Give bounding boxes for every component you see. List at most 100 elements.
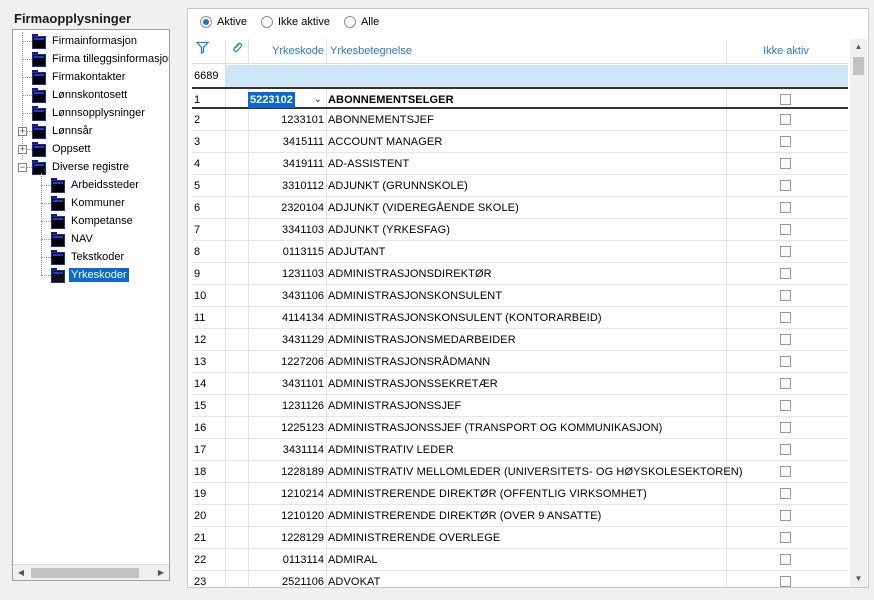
inactive-checkbox[interactable] xyxy=(780,400,791,411)
table-row[interactable]: 12 3431129 ADMINISTRASJONSMEDARBEIDER xyxy=(192,329,848,351)
scrollbar-thumb[interactable] xyxy=(31,568,139,578)
inactive-checkbox[interactable] xyxy=(780,268,791,279)
occupation-code-grid: Yrkeskode Yrkesbetegnelse Ikke aktiv 668… xyxy=(192,39,848,587)
table-row[interactable]: 16 1225123 ADMINISTRASJONSSJEF (TRANSPORT … xyxy=(192,417,848,439)
filter-aktive[interactable]: Aktive xyxy=(200,16,247,28)
code-value[interactable]: 5223102 xyxy=(248,92,295,108)
tree-item-diverse-registre[interactable]: Diverse registre xyxy=(32,158,131,176)
scroll-right-arrow-icon[interactable]: ▶ xyxy=(153,565,169,580)
inactive-checkbox[interactable] xyxy=(780,444,791,455)
inactive-checkbox[interactable] xyxy=(780,576,791,587)
tree-item-firma-tilleggsinformasjon[interactable]: Firma tilleggsinformasjon xyxy=(32,50,169,68)
column-header-code[interactable]: Yrkeskode xyxy=(248,39,326,64)
radio-icon[interactable] xyxy=(343,16,356,28)
row-number: 18 xyxy=(194,466,207,478)
table-row[interactable]: 10 3431106 ADMINISTRASJONSKONSULENT xyxy=(192,285,848,307)
tree-item-kompetanse[interactable]: Kompetanse xyxy=(51,212,135,230)
inactive-checkbox[interactable] xyxy=(780,532,791,543)
radio-icon[interactable] xyxy=(200,16,212,28)
inactive-checkbox[interactable] xyxy=(780,378,791,389)
attachment-icon[interactable] xyxy=(231,39,243,64)
table-row[interactable]: 23 2521106 ADVOKAT xyxy=(192,571,848,587)
table-row[interactable]: 14 3431101 ADMINISTRASJONSSEKRETÆR xyxy=(192,373,848,395)
tree-item-oppsett[interactable]: Oppsett xyxy=(32,140,93,158)
inactive-checkbox[interactable] xyxy=(780,224,791,235)
row-number: 11 xyxy=(194,312,206,324)
inactive-checkbox[interactable] xyxy=(780,422,791,433)
scrollbar-thumb[interactable] xyxy=(853,57,864,75)
table-row[interactable]: 9 1231103 ADMINISTRASJONSDIREKTØR xyxy=(192,263,848,285)
scroll-up-arrow-icon[interactable]: ▲ xyxy=(850,39,867,55)
occupation-code: 1228129 xyxy=(281,532,324,544)
inactive-checkbox[interactable] xyxy=(780,356,791,367)
tree-item-lønnsopplysninger[interactable]: Lønnsopplysninger xyxy=(32,104,147,122)
inactive-checkbox[interactable] xyxy=(780,554,791,565)
tree-item-lønnskontosett[interactable]: Lønnskontosett xyxy=(32,86,129,104)
inactive-checkbox[interactable] xyxy=(780,488,791,499)
table-row[interactable]: 7 3341103 ADJUNKT (YRKESFAG) xyxy=(192,219,848,241)
table-row[interactable]: 11 4114134 ADMINISTRASJONSKONSULENT (KONTO… xyxy=(192,307,848,329)
tree-item-kommuner[interactable]: Kommuner xyxy=(51,194,127,212)
row-number: 1 xyxy=(194,94,201,106)
table-row[interactable]: 19 1210214 ADMINISTRERENDE DIREKTØR (OFFEN… xyxy=(192,483,848,505)
chevron-down-icon[interactable]: ⌄ xyxy=(314,92,322,108)
column-header-inactive[interactable]: Ikke aktiv xyxy=(726,39,846,64)
table-row[interactable]: 3 3415111 ACCOUNT MANAGER xyxy=(192,131,848,153)
filter-icon[interactable] xyxy=(195,39,210,64)
row-number: 8 xyxy=(194,246,201,258)
tree-item-nav[interactable]: NAV xyxy=(51,230,95,248)
inactive-checkbox[interactable] xyxy=(780,94,791,105)
inactive-checkbox[interactable] xyxy=(780,246,791,257)
inactive-checkbox[interactable] xyxy=(780,334,791,345)
scroll-down-arrow-icon[interactable]: ▼ xyxy=(850,571,867,587)
tree-item-tekstkoder[interactable]: Tekstkoder xyxy=(51,248,126,266)
table-row[interactable]: 20 1210120 ADMINISTRERENDE DIREKTØR (OVER … xyxy=(192,505,848,527)
expand-icon[interactable]: + xyxy=(18,127,27,136)
active-row[interactable]: 1 5223102 ⌄ ABONNEMENTSELGER xyxy=(192,87,848,109)
inactive-checkbox[interactable] xyxy=(780,136,791,147)
tree-item-yrkeskoder[interactable]: Yrkeskoder xyxy=(51,266,129,284)
radio-icon[interactable] xyxy=(260,16,273,28)
inactive-checkbox[interactable] xyxy=(780,202,791,213)
column-header-name[interactable]: Yrkesbetegnelse xyxy=(330,39,412,64)
table-row[interactable]: 21 1228129 ADMINISTRERENDE OVERLEGE xyxy=(192,527,848,549)
inactive-checkbox[interactable] xyxy=(780,510,791,521)
table-row[interactable]: 15 1231126 ADMINISTRASJONSSJEF xyxy=(192,395,848,417)
inactive-checkbox[interactable] xyxy=(780,312,791,323)
occupation-name: ADMINISTRASJONSKONSULENT (KONTORARBEID) xyxy=(328,312,602,324)
code-dropdown[interactable]: 5223102 ⌄ xyxy=(248,92,324,108)
expand-icon[interactable]: + xyxy=(18,145,27,154)
tree-item-firmainformasjon[interactable]: Firmainformasjon xyxy=(32,32,139,50)
tree-horizontal-scrollbar[interactable]: ◀ ▶ xyxy=(13,564,169,580)
occupation-code: 3431106 xyxy=(281,290,324,302)
table-row[interactable]: 5 3310112 ADJUNKT (GRUNNSKOLE) xyxy=(192,175,848,197)
filter-row[interactable]: 6689 xyxy=(192,65,848,87)
collapse-icon[interactable]: − xyxy=(18,163,27,172)
inactive-checkbox[interactable] xyxy=(780,158,791,169)
scroll-left-arrow-icon[interactable]: ◀ xyxy=(13,565,29,580)
inactive-checkbox[interactable] xyxy=(780,466,791,477)
table-row[interactable]: 4 3419111 AD-ASSISTENT xyxy=(192,153,848,175)
table-row[interactable]: 17 3431114 ADMINISTRATIV LEDER xyxy=(192,439,848,461)
row-number: 6 xyxy=(194,202,201,214)
occupation-name: ABONNEMENTSELGER xyxy=(328,94,454,106)
table-row[interactable]: 18 1228189 ADMINISTRATIV MELLOMLEDER (UNIV… xyxy=(192,461,848,483)
table-row[interactable]: 8 0113115 ADJUTANT xyxy=(192,241,848,263)
inactive-checkbox[interactable] xyxy=(780,114,791,125)
inactive-checkbox[interactable] xyxy=(780,290,791,301)
table-row[interactable]: 6 2320104 ADJUNKT (VIDEREGÅENDE SKOLE) xyxy=(192,197,848,219)
filter-ikke-aktive[interactable]: Ikke aktive xyxy=(260,16,330,28)
table-row[interactable]: 13 1227206 ADMINISTRASJONSRÅDMANN xyxy=(192,351,848,373)
grid-vertical-scrollbar[interactable]: ▲ ▼ xyxy=(850,39,867,587)
tree-item-firmakontakter[interactable]: Firmakontakter xyxy=(32,68,127,86)
row-number: 21 xyxy=(194,532,207,544)
filter-alle[interactable]: Alle xyxy=(343,16,379,28)
table-row[interactable]: 2 1233101 ABONNEMENTSJEF xyxy=(192,109,848,131)
occupation-name: ADMINISTRASJONSSJEF (TRANSPORT OG KOMMUN… xyxy=(328,422,663,434)
inactive-checkbox[interactable] xyxy=(780,180,791,191)
table-row[interactable]: 22 0113114 ADMIRAL xyxy=(192,549,848,571)
row-number: 9 xyxy=(194,268,201,280)
tree-item-arbeidssteder[interactable]: Arbeidssteder xyxy=(51,176,141,194)
row-number: 7 xyxy=(194,224,201,236)
tree-item-lønnsår[interactable]: Lønnsår xyxy=(32,122,94,140)
